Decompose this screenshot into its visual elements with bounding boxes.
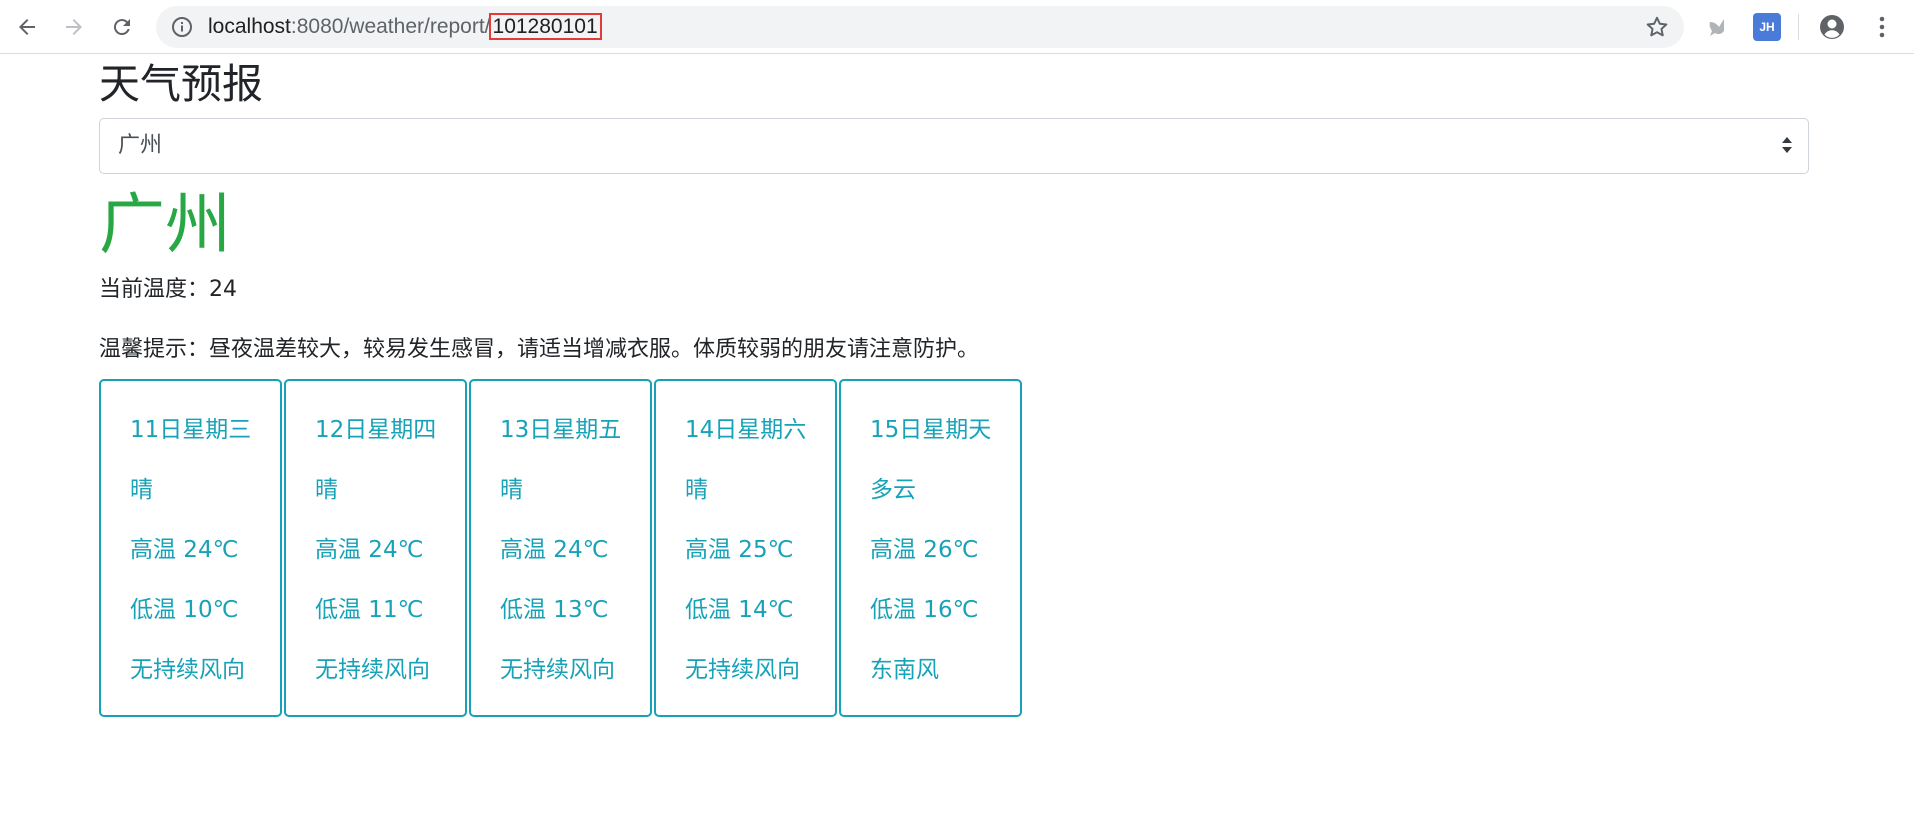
forecast-low: 低温 11℃: [315, 597, 424, 623]
account-avatar-icon[interactable]: [1818, 13, 1846, 41]
url-text[interactable]: localhost:8080/weather/report/101280101: [208, 6, 602, 48]
forecast-weather: 晴: [685, 477, 708, 503]
page-title: 天气预报: [99, 60, 263, 108]
forecast-high: 高温 25℃: [685, 537, 794, 563]
url-path: :8080/weather/report/: [290, 15, 491, 38]
forecast-card: 14日星期六 晴 高温 25℃ 低温 14℃ 无持续风向: [654, 379, 837, 717]
forecast-weather: 晴: [500, 477, 523, 503]
jh-extension-label: JH: [1759, 20, 1775, 34]
forecast-list: 11日星期三 晴 高温 24℃ 低温 10℃ 无持续风向 12日星期四 晴 高温…: [99, 379, 1024, 717]
forecast-wind: 无持续风向: [315, 657, 430, 683]
forecast-card: 13日星期五 晴 高温 24℃ 低温 13℃ 无持续风向: [469, 379, 652, 717]
forecast-weather: 晴: [315, 477, 338, 503]
forecast-high: 高温 26℃: [870, 537, 979, 563]
more-menu-icon[interactable]: [1868, 13, 1896, 41]
select-arrows-icon: [1782, 137, 1792, 153]
forward-button[interactable]: [57, 10, 91, 44]
city-select-value: 广州: [118, 133, 163, 158]
address-bar[interactable]: localhost:8080/weather/report/101280101: [156, 6, 1684, 48]
browser-toolbar: localhost:8080/weather/report/101280101 …: [0, 0, 1914, 54]
arrow-right-icon: [66, 19, 82, 35]
main-content: 天气预报 广州 广州 当前温度：24 温馨提示：昼夜温差较大，较易发生感冒，请适…: [99, 54, 1809, 717]
url-host: localhost: [208, 15, 291, 38]
forecast-card: 15日星期天 多云 高温 26℃ 低温 16℃ 东南风: [839, 379, 1022, 717]
forecast-card: 12日星期四 晴 高温 24℃ 低温 11℃ 无持续风向: [284, 379, 467, 717]
forecast-wind: 无持续风向: [130, 657, 245, 683]
forecast-date: 12日星期四: [315, 417, 437, 443]
forecast-weather: 多云: [870, 477, 916, 503]
forecast-wind: 东南风: [870, 657, 939, 683]
forecast-date: 11日星期三: [130, 417, 252, 443]
weather-tip: 温馨提示：昼夜温差较大，较易发生感冒，请适当增减衣服。体质较弱的朋友请注意防护。: [99, 337, 980, 362]
back-button[interactable]: [10, 10, 44, 44]
forecast-high: 高温 24℃: [315, 537, 424, 563]
info-icon[interactable]: [170, 15, 194, 39]
city-heading: 广州: [99, 186, 231, 263]
reload-icon: [113, 19, 130, 36]
reload-button[interactable]: [105, 10, 139, 44]
forecast-low: 低温 14℃: [685, 597, 794, 623]
current-temperature: 当前温度：24: [99, 277, 237, 302]
forecast-high: 高温 24℃: [500, 537, 609, 563]
forecast-low: 低温 16℃: [870, 597, 979, 623]
arrow-left-icon: [19, 19, 35, 35]
city-select[interactable]: 广州: [99, 118, 1809, 174]
forecast-card: 11日星期三 晴 高温 24℃ 低温 10℃ 无持续风向: [99, 379, 282, 717]
toolbar-divider: [1798, 14, 1799, 40]
forecast-low: 低温 13℃: [500, 597, 609, 623]
jh-extension-icon[interactable]: JH: [1753, 13, 1781, 41]
forecast-high: 高温 24℃: [130, 537, 239, 563]
forecast-low: 低温 10℃: [130, 597, 239, 623]
forecast-date: 14日星期六: [685, 417, 807, 443]
forecast-wind: 无持续风向: [500, 657, 615, 683]
forecast-date: 15日星期天: [870, 417, 992, 443]
forecast-wind: 无持续风向: [685, 657, 800, 683]
forecast-date: 13日星期五: [500, 417, 622, 443]
bookmark-star-icon[interactable]: [1644, 14, 1670, 40]
bird-extension-icon[interactable]: [1705, 13, 1733, 41]
url-city-id-highlight: 101280101: [488, 13, 602, 40]
forecast-weather: 晴: [130, 477, 153, 503]
